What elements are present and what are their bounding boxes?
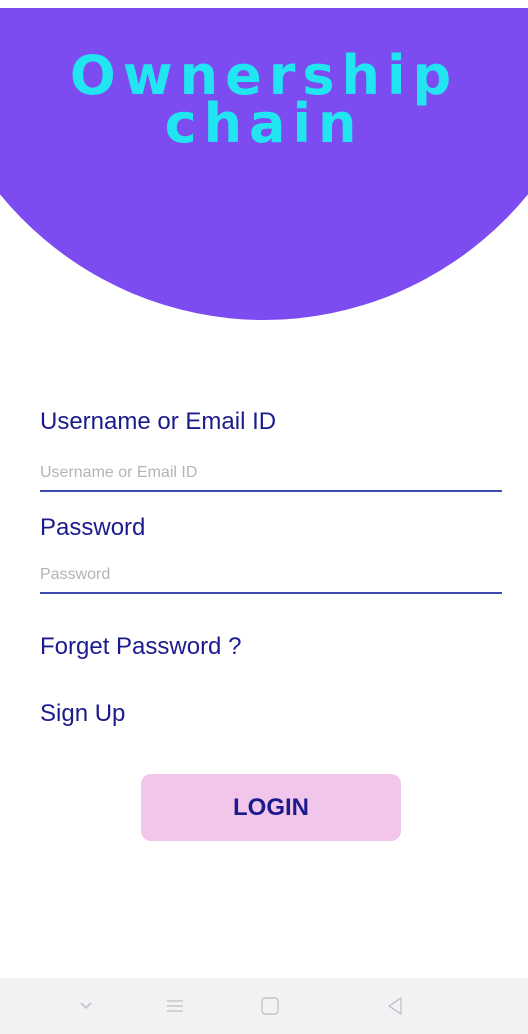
password-input[interactable] xyxy=(40,558,502,594)
app-title: Ownership chain xyxy=(69,44,459,155)
login-screen: Ownership chain Username or Email ID Pas… xyxy=(0,0,528,1034)
chevron-down-icon[interactable] xyxy=(61,978,111,1034)
menu-icon[interactable] xyxy=(150,978,200,1034)
password-label: Password xyxy=(40,514,146,541)
sign-up-link[interactable]: Sign Up xyxy=(40,700,125,728)
forget-password-link[interactable]: Forget Password ? xyxy=(40,633,241,661)
system-navigation-bar xyxy=(0,978,528,1034)
home-square-icon[interactable] xyxy=(245,978,295,1034)
status-bar-strip xyxy=(0,0,528,8)
back-triangle-icon[interactable] xyxy=(370,978,420,1034)
username-input[interactable] xyxy=(40,456,502,492)
login-button[interactable]: LOGIN xyxy=(141,774,401,841)
username-label: Username or Email ID xyxy=(40,408,277,435)
